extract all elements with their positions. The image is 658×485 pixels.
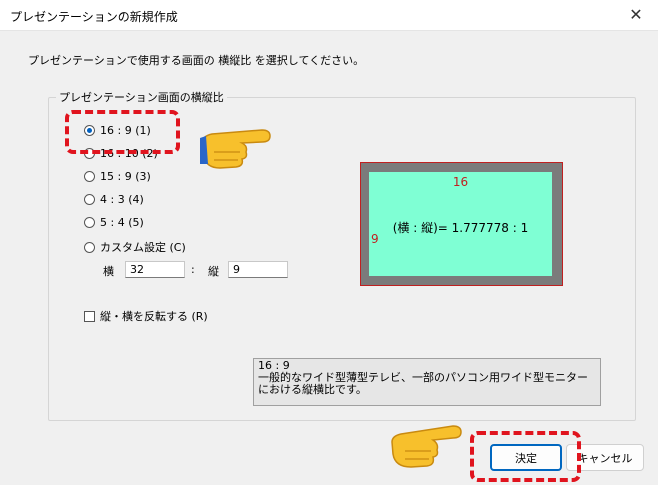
swap-checkbox[interactable]: 縦・横を反転する (R) (84, 308, 208, 324)
radio-label: 15 : 9 (3) (100, 170, 151, 183)
title-bar: プレゼンテーションの新規作成 ✕ (0, 0, 658, 31)
separator-label: : (191, 263, 195, 276)
close-icon[interactable]: ✕ (624, 3, 648, 27)
highlight-box (470, 431, 581, 482)
radio-icon[interactable] (84, 194, 95, 205)
height-input[interactable] (228, 261, 288, 278)
pointing-hand-icon (200, 129, 271, 169)
checkbox-label: 縦・横を反転する (R) (100, 310, 208, 323)
group-label: プレゼンテーション画面の横縦比 (56, 89, 227, 105)
radio-5-4[interactable]: 5 : 4 (5) (84, 216, 144, 229)
pointing-hand-icon (391, 425, 462, 468)
radio-4-3[interactable]: 4 : 3 (4) (84, 193, 144, 206)
radio-icon[interactable] (84, 241, 95, 253)
window-title: プレゼンテーションの新規作成 (10, 10, 178, 24)
radio-label: カスタム設定 (C) (100, 241, 186, 254)
checkbox-icon[interactable] (84, 310, 95, 322)
radio-icon[interactable] (84, 171, 95, 182)
radio-icon[interactable] (84, 217, 95, 228)
radio-label: 4 : 3 (4) (100, 193, 144, 206)
radio-15-9[interactable]: 15 : 9 (3) (84, 170, 151, 183)
aspect-preview: 16 (横 : 縦)= 1.777778 : 1 9 (360, 162, 563, 286)
description-box: 16 : 9 一般的なワイド型薄型テレビ、一部のパソコン用ワイド型モニターにおけ… (253, 358, 601, 406)
radio-custom[interactable]: カスタム設定 (C) (84, 239, 186, 255)
preview-screen: 16 (横 : 縦)= 1.777778 : 1 9 (369, 172, 552, 276)
description-text: 一般的なワイド型薄型テレビ、一部のパソコン用ワイド型モニターにおける縦横比です。 (258, 371, 588, 396)
height-label: 縦 (208, 265, 219, 278)
preview-height-text: 9 (371, 232, 379, 246)
preview-width-text: 16 (452, 175, 469, 189)
instruction-text: プレゼンテーションで使用する画面の 横縦比 を選択してください。 (28, 54, 365, 67)
preview-ratio-text: (横 : 縦)= 1.777778 : 1 (392, 221, 529, 235)
highlight-box (65, 110, 180, 154)
width-label: 横 (103, 265, 114, 278)
width-input[interactable] (125, 261, 185, 278)
radio-label: 5 : 4 (5) (100, 216, 144, 229)
